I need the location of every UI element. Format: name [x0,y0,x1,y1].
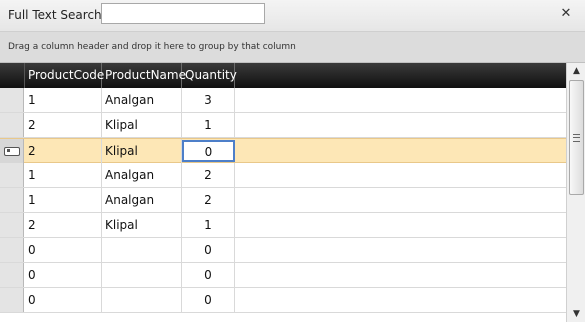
table-row[interactable]: 1 Analgan 3 [0,88,566,113]
row-indicator[interactable] [0,263,24,287]
table-row[interactable]: 2 Klipal 1 [0,113,566,138]
cell-productname[interactable]: Klipal [102,139,182,163]
vertical-scrollbar[interactable]: ▲ ▼ [566,63,585,322]
grid-rows: 1 Analgan 3 2 Klipal 1 2 Klipal 0 1 Analgan 2 1 Analg… [0,88,566,322]
cell-productcode[interactable]: 0 [25,238,102,262]
cell-quantity[interactable]: 1 [182,213,235,237]
table-row[interactable]: 00 [0,288,566,313]
row-indicator[interactable] [0,139,24,163]
cell-productcode[interactable]: 1 [25,188,102,212]
cell-productcode[interactable]: 2 [25,139,102,163]
cell-quantity-editor[interactable]: 0 [182,140,235,162]
cell-productcode[interactable]: 0 [25,288,102,312]
row-indicator[interactable] [0,113,24,137]
scroll-thumb[interactable] [569,80,584,195]
table-row[interactable]: 00 [0,263,566,288]
scroll-up-icon[interactable]: ▲ [567,63,585,79]
row-indicator[interactable] [0,238,24,262]
cell-quantity[interactable]: 0 [182,288,235,312]
column-header-productcode[interactable]: ProductCode [25,63,104,88]
cell-productname[interactable] [102,238,182,262]
cell-productcode[interactable]: 1 [25,88,102,112]
cell-productname[interactable]: Analgan [102,88,182,112]
table-row[interactable]: 1 Analgan 2 [0,163,566,188]
cell-productcode[interactable]: 2 [25,213,102,237]
cell-productcode[interactable]: 0 [25,263,102,287]
search-toolbar: Full Text Search ✕ [0,0,585,32]
table-row[interactable]: 2 Klipal 0 [0,138,566,163]
search-input[interactable] [101,3,265,24]
column-header-productname[interactable]: ProductName [102,63,186,88]
grip-icon [573,134,580,142]
cell-productcode[interactable]: 2 [25,113,102,137]
cell-quantity[interactable]: 2 [182,188,235,212]
row-indicator[interactable] [0,163,24,187]
header-indicator-cell [0,63,25,88]
row-indicator[interactable] [0,288,24,312]
cell-productname[interactable] [102,288,182,312]
cell-quantity[interactable]: 0 [182,238,235,262]
cell-quantity[interactable]: 2 [182,163,235,187]
column-header-quantity[interactable]: Quantity [182,63,237,88]
group-panel[interactable]: Drag a column header and drop it here to… [0,32,585,63]
cell-productname[interactable]: Klipal [102,213,182,237]
row-indicator[interactable] [0,188,24,212]
cell-quantity[interactable]: 1 [182,113,235,137]
cell-productname[interactable]: Klipal [102,113,182,137]
cell-quantity[interactable]: 0 [182,263,235,287]
table-row[interactable]: 1 Analgan 2 [0,188,566,213]
cell-productname[interactable]: Analgan [102,163,182,187]
search-label: Full Text Search [8,8,102,22]
table-row[interactable]: 2 Klipal 1 [0,213,566,238]
scroll-down-icon[interactable]: ▼ [567,306,585,322]
row-edit-icon [4,147,20,156]
close-icon[interactable]: ✕ [558,6,574,22]
group-panel-hint: Drag a column header and drop it here to… [8,42,296,52]
cell-quantity[interactable]: 3 [182,88,235,112]
row-indicator[interactable] [0,213,24,237]
row-indicator[interactable] [0,88,24,112]
grid-header: ProductCode ProductName Quantity [0,63,566,88]
table-row[interactable]: 00 [0,238,566,263]
cell-productname[interactable]: Analgan [102,188,182,212]
cell-productcode[interactable]: 1 [25,163,102,187]
cell-productname[interactable] [102,263,182,287]
